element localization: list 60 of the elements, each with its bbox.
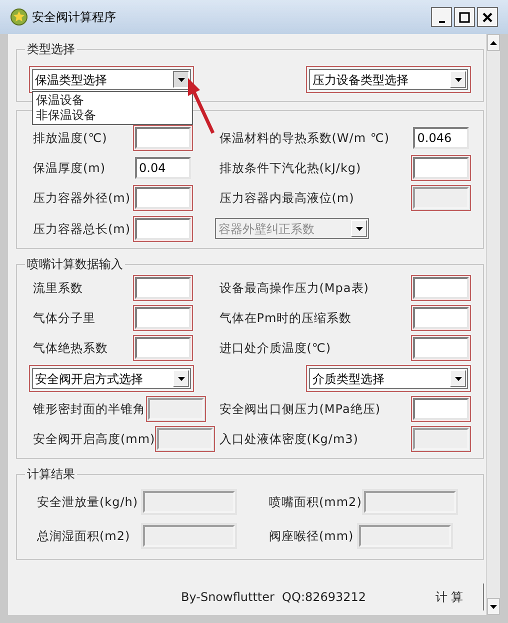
field-label: 锥形密封面的半锥角 <box>32 401 146 418</box>
scroll-down-icon[interactable] <box>490 604 498 608</box>
field-label: 压力容器内最高液位(m) <box>218 190 356 207</box>
input-field[interactable] <box>133 275 193 301</box>
dropdown[interactable]: 介质类型选择 <box>306 365 472 392</box>
input-field[interactable] <box>411 396 472 422</box>
input-field[interactable] <box>411 305 472 331</box>
input-field[interactable] <box>411 335 472 361</box>
maximize-icon <box>459 12 470 22</box>
field-label: 保温厚度(m) <box>32 160 107 177</box>
window-title: 安全阀计算程序 <box>32 9 116 26</box>
field-label: 排放条件下汽化热(kJ/kg) <box>218 160 362 177</box>
close-button[interactable] <box>477 7 498 27</box>
input-field[interactable] <box>411 275 472 301</box>
field-label: 总润湿面积(m2) <box>36 528 132 545</box>
list-item[interactable]: 保温设备 <box>33 93 192 108</box>
field-label: 气体分子里 <box>32 310 96 327</box>
field-label: 安全泄放量(kg/h) <box>36 494 140 511</box>
field-label: 入口处液体密度(Kg/m3) <box>218 431 360 448</box>
maximize-button[interactable] <box>454 7 475 27</box>
list-item[interactable]: 非保温设备 <box>33 108 192 123</box>
dropdown[interactable]: 安全阀开启方式选择 <box>29 365 194 392</box>
field-label: 压力容器总长(m) <box>32 220 132 238</box>
input-field[interactable] <box>133 305 193 331</box>
section-title: 类型选择 <box>26 41 76 58</box>
input-field[interactable] <box>133 125 193 151</box>
pointer-arrow <box>188 78 215 134</box>
input-field[interactable] <box>133 216 193 242</box>
app-icon <box>10 8 28 26</box>
field-label: 安全阀出口侧压力(MPa绝压) <box>218 401 382 418</box>
field-label: 阀座喉径(mm) <box>268 528 355 545</box>
caret-icon <box>356 226 363 230</box>
minimize-button[interactable] <box>431 7 452 27</box>
field-label: 喷嘴面积(mm2) <box>268 494 362 511</box>
input-field[interactable] <box>411 155 472 181</box>
input-field[interactable]: 0.04 <box>133 155 193 181</box>
scroll-up-icon[interactable] <box>490 40 498 44</box>
section-title: 喷嘴计算数据输入 <box>26 256 124 273</box>
field-label: 进口处介质温度(℃) <box>218 340 332 357</box>
close-icon <box>482 12 493 22</box>
field-label: 气体在Pm时的压缩系数 <box>218 310 353 327</box>
input-field[interactable]: 0.046 <box>411 125 472 151</box>
caret-icon <box>454 376 462 380</box>
field-label: 设备最高操作压力(Mpa表) <box>218 280 370 297</box>
field-label: 压力容器外径(m) <box>32 190 132 207</box>
caret-icon <box>178 376 184 380</box>
field-label: 流里系数 <box>32 280 84 297</box>
field-label: 保温材料的导热系数(W/m ℃) <box>218 130 391 147</box>
field-label: 安全阀开启高度(mm) <box>32 431 156 448</box>
credit-text: By-Snowfluttter QQ:82693212 <box>181 589 366 606</box>
field-label: 气体绝热系数 <box>32 340 109 357</box>
minimize-icon <box>438 21 444 23</box>
caret-icon <box>454 78 462 82</box>
caret-icon <box>178 78 184 82</box>
scrollbar[interactable] <box>486 34 500 615</box>
section-title: 计算结果 <box>26 466 76 483</box>
input-field[interactable] <box>133 185 193 211</box>
dropdown[interactable]: 压力设备类型选择 <box>306 66 472 93</box>
field-label: 排放温度(℃) <box>32 130 108 147</box>
input-field[interactable] <box>133 335 193 361</box>
